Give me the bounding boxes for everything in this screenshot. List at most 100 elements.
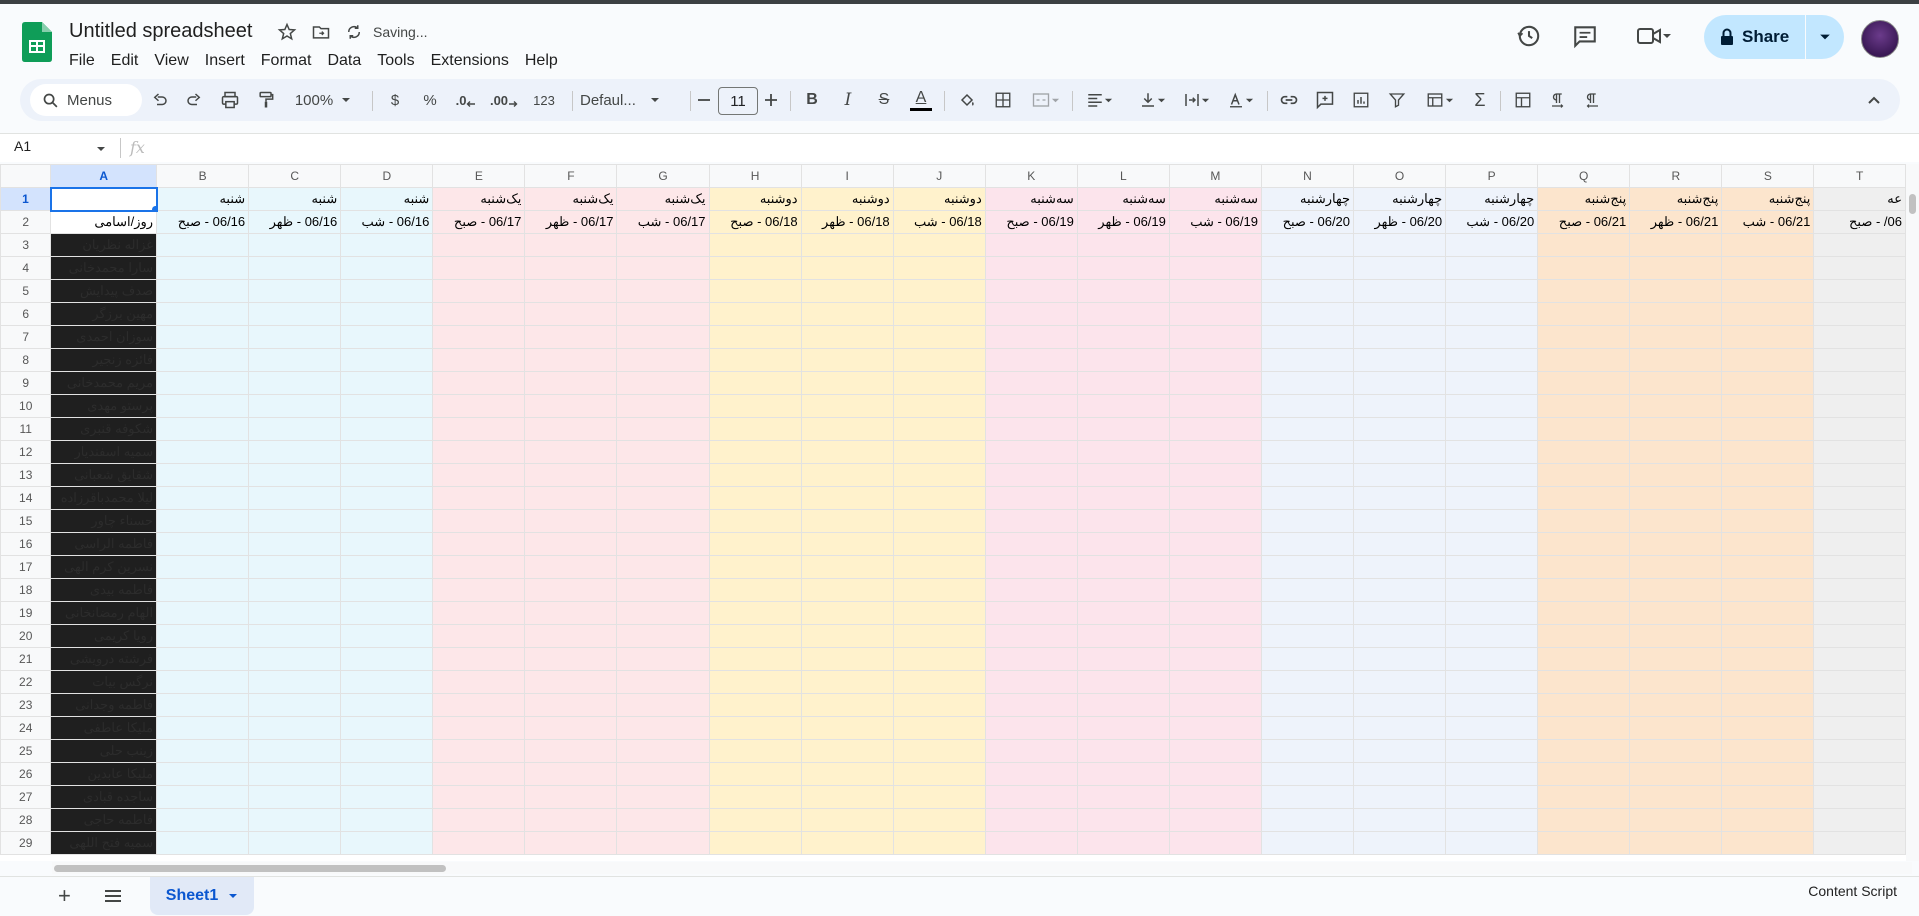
cell[interactable]: [1076, 808, 1170, 832]
currency-format-button[interactable]: $: [382, 79, 408, 121]
cell[interactable]: [708, 532, 802, 556]
cell[interactable]: [708, 693, 802, 717]
row-header[interactable]: 19: [0, 601, 52, 625]
cell[interactable]: [892, 670, 986, 694]
cell[interactable]: [1353, 532, 1447, 556]
cell[interactable]: [708, 486, 802, 510]
cell[interactable]: [1813, 831, 1906, 855]
cell[interactable]: [1721, 647, 1815, 671]
cell[interactable]: [1537, 463, 1631, 487]
ltr-direction-icon[interactable]: [1544, 79, 1572, 121]
decrease-font-size-icon[interactable]: [694, 79, 714, 121]
cell[interactable]: [1353, 831, 1447, 855]
cell[interactable]: [708, 716, 802, 740]
version-history-icon[interactable]: [1513, 20, 1545, 52]
cell[interactable]: [1260, 256, 1355, 280]
row-header[interactable]: 29: [0, 831, 52, 855]
cell[interactable]: شقایق شعبانی: [50, 463, 158, 487]
insert-chart-icon[interactable]: [1346, 79, 1376, 121]
cell[interactable]: [1537, 670, 1631, 694]
cell[interactable]: [432, 325, 526, 349]
column-header[interactable]: M: [1168, 164, 1262, 188]
cell[interactable]: [1537, 486, 1631, 510]
cell[interactable]: [708, 394, 802, 418]
cell[interactable]: 06/18 - شب: [892, 210, 986, 234]
cell[interactable]: [1537, 394, 1631, 418]
cell[interactable]: [340, 532, 434, 556]
cell[interactable]: [708, 440, 802, 464]
cell[interactable]: [248, 279, 342, 303]
cell[interactable]: [1445, 509, 1539, 533]
cell[interactable]: [248, 348, 342, 372]
cell[interactable]: شنبه: [156, 187, 250, 211]
cell[interactable]: [800, 348, 894, 372]
cell[interactable]: [1629, 647, 1723, 671]
cell[interactable]: پنج‌شنبه: [1629, 187, 1723, 211]
cell[interactable]: [984, 601, 1078, 625]
cell[interactable]: [340, 785, 434, 809]
cell[interactable]: [1537, 647, 1631, 671]
cell[interactable]: [156, 785, 250, 809]
cell[interactable]: [1813, 670, 1906, 694]
cell[interactable]: [800, 831, 894, 855]
cell[interactable]: [432, 279, 526, 303]
cell[interactable]: [1721, 624, 1815, 648]
cell[interactable]: [524, 647, 618, 671]
cell[interactable]: [616, 555, 710, 579]
cell[interactable]: [340, 555, 434, 579]
cell[interactable]: [1260, 716, 1355, 740]
cell[interactable]: [1445, 233, 1539, 257]
meet-call-button[interactable]: [1630, 20, 1678, 52]
cell[interactable]: [616, 509, 710, 533]
cell[interactable]: [984, 555, 1078, 579]
menu-tools[interactable]: Tools: [369, 51, 422, 71]
cell[interactable]: [1537, 348, 1631, 372]
cell[interactable]: روز/اسامی: [50, 210, 158, 234]
cell[interactable]: 06/20 - ظهر: [1353, 210, 1447, 234]
cell[interactable]: [1537, 440, 1631, 464]
cell[interactable]: [1076, 647, 1170, 671]
cell[interactable]: [1537, 302, 1631, 326]
cell[interactable]: [1168, 785, 1262, 809]
cell[interactable]: فاطمه بیدی: [50, 578, 158, 602]
cell[interactable]: [1445, 440, 1539, 464]
functions-icon[interactable]: Σ: [1466, 79, 1494, 121]
cell[interactable]: [1353, 302, 1447, 326]
cell[interactable]: [1721, 532, 1815, 556]
cell[interactable]: [1813, 716, 1906, 740]
cell[interactable]: [892, 785, 986, 809]
cell[interactable]: [248, 578, 342, 602]
cell[interactable]: [1629, 417, 1723, 441]
cell[interactable]: [1168, 831, 1262, 855]
cell[interactable]: دوشنبه: [800, 187, 894, 211]
cell[interactable]: [1721, 302, 1815, 326]
cell[interactable]: [1629, 808, 1723, 832]
cell[interactable]: [616, 440, 710, 464]
cell[interactable]: 06/17 - شب: [616, 210, 710, 234]
cell[interactable]: [1168, 233, 1262, 257]
cell[interactable]: [1721, 279, 1815, 303]
cell[interactable]: 06/18 - ظهر: [800, 210, 894, 234]
cell[interactable]: [1813, 647, 1906, 671]
cell[interactable]: [800, 578, 894, 602]
cell[interactable]: فاطمه وجدانی: [50, 693, 158, 717]
cell[interactable]: سه‌شنبه: [984, 187, 1078, 211]
cell[interactable]: [1445, 739, 1539, 763]
cell[interactable]: [156, 348, 250, 372]
star-icon[interactable]: [277, 22, 297, 42]
column-header[interactable]: R: [1629, 164, 1723, 188]
cell[interactable]: [1168, 486, 1262, 510]
cell[interactable]: چهارشنبه: [1260, 187, 1355, 211]
cell[interactable]: [340, 716, 434, 740]
cell[interactable]: [432, 624, 526, 648]
cell[interactable]: [432, 371, 526, 395]
cell[interactable]: [156, 256, 250, 280]
cell[interactable]: [156, 670, 250, 694]
cell[interactable]: [1537, 555, 1631, 579]
cell[interactable]: [708, 279, 802, 303]
cell[interactable]: [248, 693, 342, 717]
column-header[interactable]: J: [892, 164, 986, 188]
cell[interactable]: [156, 279, 250, 303]
cell[interactable]: [1445, 348, 1539, 372]
cell[interactable]: [616, 785, 710, 809]
